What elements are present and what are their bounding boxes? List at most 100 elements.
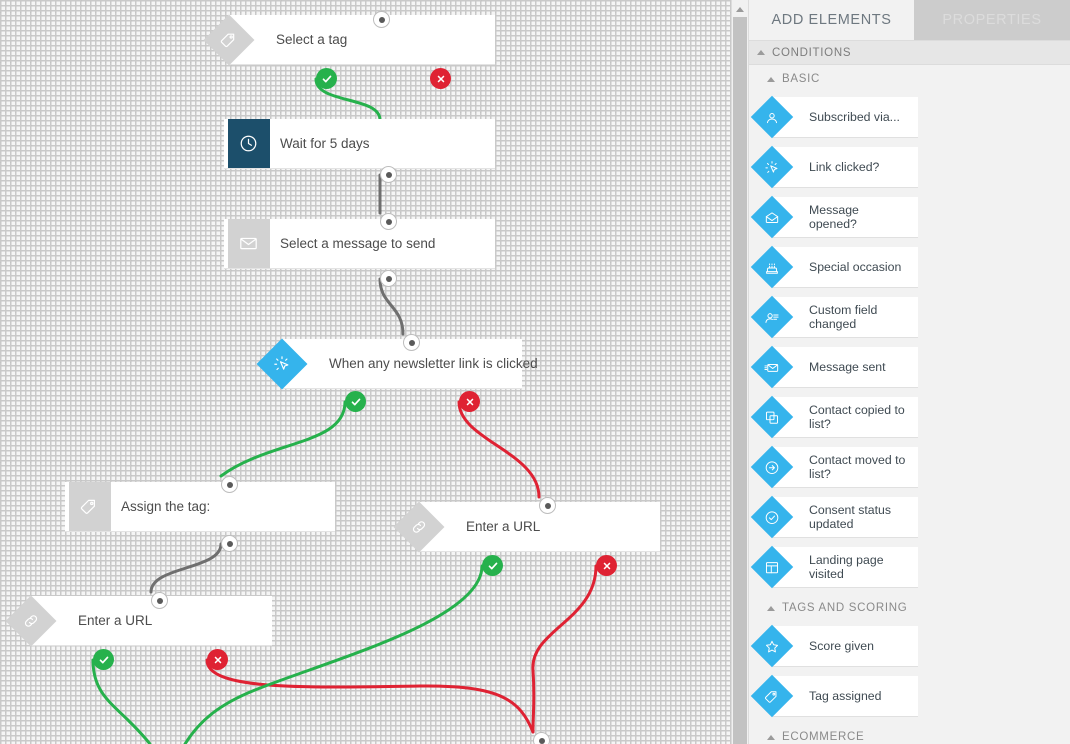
outcome-badge-no[interactable]	[596, 555, 617, 576]
element-tile-tag-assigned[interactable]: Tag assigned	[750, 674, 918, 718]
automation-workflow-builder: Select a tag Wait for 5 days Select a mess…	[0, 0, 1070, 744]
element-tile-message-sent[interactable]: Message sent	[750, 345, 918, 389]
element-label: Contact moved to list?	[809, 452, 906, 482]
element-tile-contact-moved-to-list[interactable]: Contact moved to list?	[750, 445, 918, 489]
grid-line-horizontal	[0, 212, 731, 213]
connector-port-message-out[interactable]	[380, 270, 397, 287]
workflow-node-assign-the-tag[interactable]: Assign the tag:	[65, 482, 335, 532]
grid-line-horizontal	[0, 312, 731, 313]
connector-edge-url-left-yes-down	[91, 658, 152, 744]
element-label: Message opened?	[809, 202, 859, 232]
group-header-group-conditions-basic[interactable]: BASIC	[749, 68, 1070, 90]
connector-edge-url-left-no-sweep	[205, 658, 535, 734]
connector-edge-url-right-yes-sweep	[183, 564, 484, 744]
workflow-canvas[interactable]: Select a tag Wait for 5 days Select a mess…	[0, 0, 731, 744]
element-icon-badge	[750, 145, 794, 189]
connector-port-wait-out[interactable]	[380, 213, 397, 230]
element-tile-message-opened[interactable]: Message opened?	[750, 195, 918, 239]
outcome-badge-no[interactable]	[459, 391, 480, 412]
elements-sidebar: ADD ELEMENTS PROPERTIES CONDITIONS BASIC S…	[749, 0, 1070, 744]
section-header-section-conditions[interactable]: CONDITIONS	[749, 40, 1070, 65]
sidebar-sections: CONDITIONS BASIC Subscribed via... Link cli…	[749, 40, 1070, 744]
outcome-badge-yes[interactable]	[316, 68, 337, 89]
connector-port-wait-in[interactable]	[380, 166, 397, 183]
grid-line-horizontal	[0, 112, 731, 113]
element-tile-subscribed-via[interactable]: Subscribed via...	[750, 95, 918, 139]
caret-up-icon	[767, 76, 775, 82]
scroll-up-arrow-icon[interactable]	[732, 2, 748, 16]
outcome-badge-no[interactable]	[430, 68, 451, 89]
group-header-group-ecommerce[interactable]: ECOMMERCE	[749, 726, 1070, 744]
node-icon-badge[interactable]	[256, 338, 307, 389]
node-icon-badge[interactable]	[224, 219, 273, 268]
user-field-icon	[750, 295, 794, 339]
scrollbar-thumb[interactable]	[733, 17, 747, 744]
tag-icon	[203, 14, 254, 65]
tab-add-elements[interactable]: ADD ELEMENTS	[749, 0, 914, 40]
cursor-click-icon	[750, 145, 794, 189]
connector-port-bottom-in[interactable]	[533, 732, 550, 744]
grid-line-horizontal	[0, 412, 731, 413]
element-label: Tag assigned	[809, 688, 882, 703]
element-label: Subscribed via...	[809, 109, 900, 124]
element-tile-score-given[interactable]: Score given	[750, 624, 918, 668]
element-icon-badge	[750, 624, 794, 668]
element-icon-badge	[750, 345, 794, 389]
element-icon-badge	[750, 674, 794, 718]
outcome-badge-yes[interactable]	[93, 649, 114, 670]
connector-port-newsletter-in[interactable]	[403, 334, 420, 351]
node-icon-badge[interactable]	[5, 595, 56, 646]
element-tile-consent-status-updated[interactable]: Consent status updated	[750, 495, 918, 539]
cursor-click-icon	[256, 338, 307, 389]
connector-port-assign-tag-in[interactable]	[221, 476, 238, 493]
outcome-badge-no[interactable]	[207, 649, 228, 670]
element-label: Special occasion	[809, 259, 902, 274]
vertical-scrollbar[interactable]	[731, 0, 749, 744]
node-label: Enter a URL	[466, 518, 541, 534]
envelope-icon	[227, 219, 270, 268]
element-tile-landing-page-visited[interactable]: Landing page visited	[750, 545, 918, 589]
element-tile-special-occasion[interactable]: Special occasion	[750, 245, 918, 289]
element-icon-badge	[750, 545, 794, 589]
layout-icon	[750, 545, 794, 589]
node-icon-badge[interactable]	[65, 482, 114, 531]
arrow-circle-right-icon	[750, 445, 794, 489]
grid-line-horizontal	[0, 462, 731, 463]
group-header-group-tags-and-scoring[interactable]: TAGS AND SCORING	[749, 597, 1070, 619]
outcome-badge-yes[interactable]	[482, 555, 503, 576]
caret-up-icon	[767, 734, 775, 740]
element-icon-badge	[750, 95, 794, 139]
tag-icon	[750, 674, 794, 718]
connector-port-enter-url-left-in[interactable]	[151, 592, 168, 609]
connector-port-enter-url-right-in[interactable]	[539, 497, 556, 514]
sidebar-tabs: ADD ELEMENTS PROPERTIES	[749, 0, 1070, 40]
node-icon-badge[interactable]	[203, 14, 254, 65]
node-icon-badge[interactable]	[224, 119, 273, 168]
grid-line-horizontal	[0, 12, 731, 13]
group-title: BASIC	[782, 73, 821, 85]
workflow-node-when-any-newsletter-link-is-clicked[interactable]: When any newsletter link is clicked	[256, 338, 538, 389]
element-label: Landing page visited	[809, 552, 884, 582]
element-tile-custom-field-changed[interactable]: Custom field changed	[750, 295, 918, 339]
element-tile-link-clicked[interactable]: Link clicked?	[750, 145, 918, 189]
link-icon	[393, 501, 444, 552]
clock-icon	[227, 119, 270, 168]
outcome-badge-yes[interactable]	[345, 391, 366, 412]
element-tile-contact-copied-to-list[interactable]: Contact copied to list?	[750, 395, 918, 439]
group-title: TAGS AND SCORING	[782, 602, 908, 614]
element-tile-grid: Subscribed via... Link clicked? Message op…	[749, 90, 1070, 594]
workflow-node-wait-for-5-days[interactable]: Wait for 5 days	[224, 119, 495, 169]
workflow-node-select-a-tag[interactable]: Select a tag	[203, 14, 495, 65]
connector-edge-url-right-no-down	[531, 564, 598, 734]
connector-port-select-a-tag-in[interactable]	[373, 11, 390, 28]
node-label: Wait for 5 days	[280, 135, 370, 151]
grid-line-horizontal	[0, 712, 731, 713]
element-label: Link clicked?	[809, 159, 880, 174]
tag-icon	[68, 482, 111, 531]
tab-properties[interactable]: PROPERTIES	[914, 0, 1070, 40]
node-icon-badge[interactable]	[393, 501, 444, 552]
workflow-node-select-a-message-to-send[interactable]: Select a message to send	[224, 219, 495, 269]
connector-port-assign-tag-out[interactable]	[221, 535, 238, 552]
connector-edge-newsletter-no-to-url-right	[457, 400, 541, 499]
node-label: Enter a URL	[78, 612, 153, 628]
